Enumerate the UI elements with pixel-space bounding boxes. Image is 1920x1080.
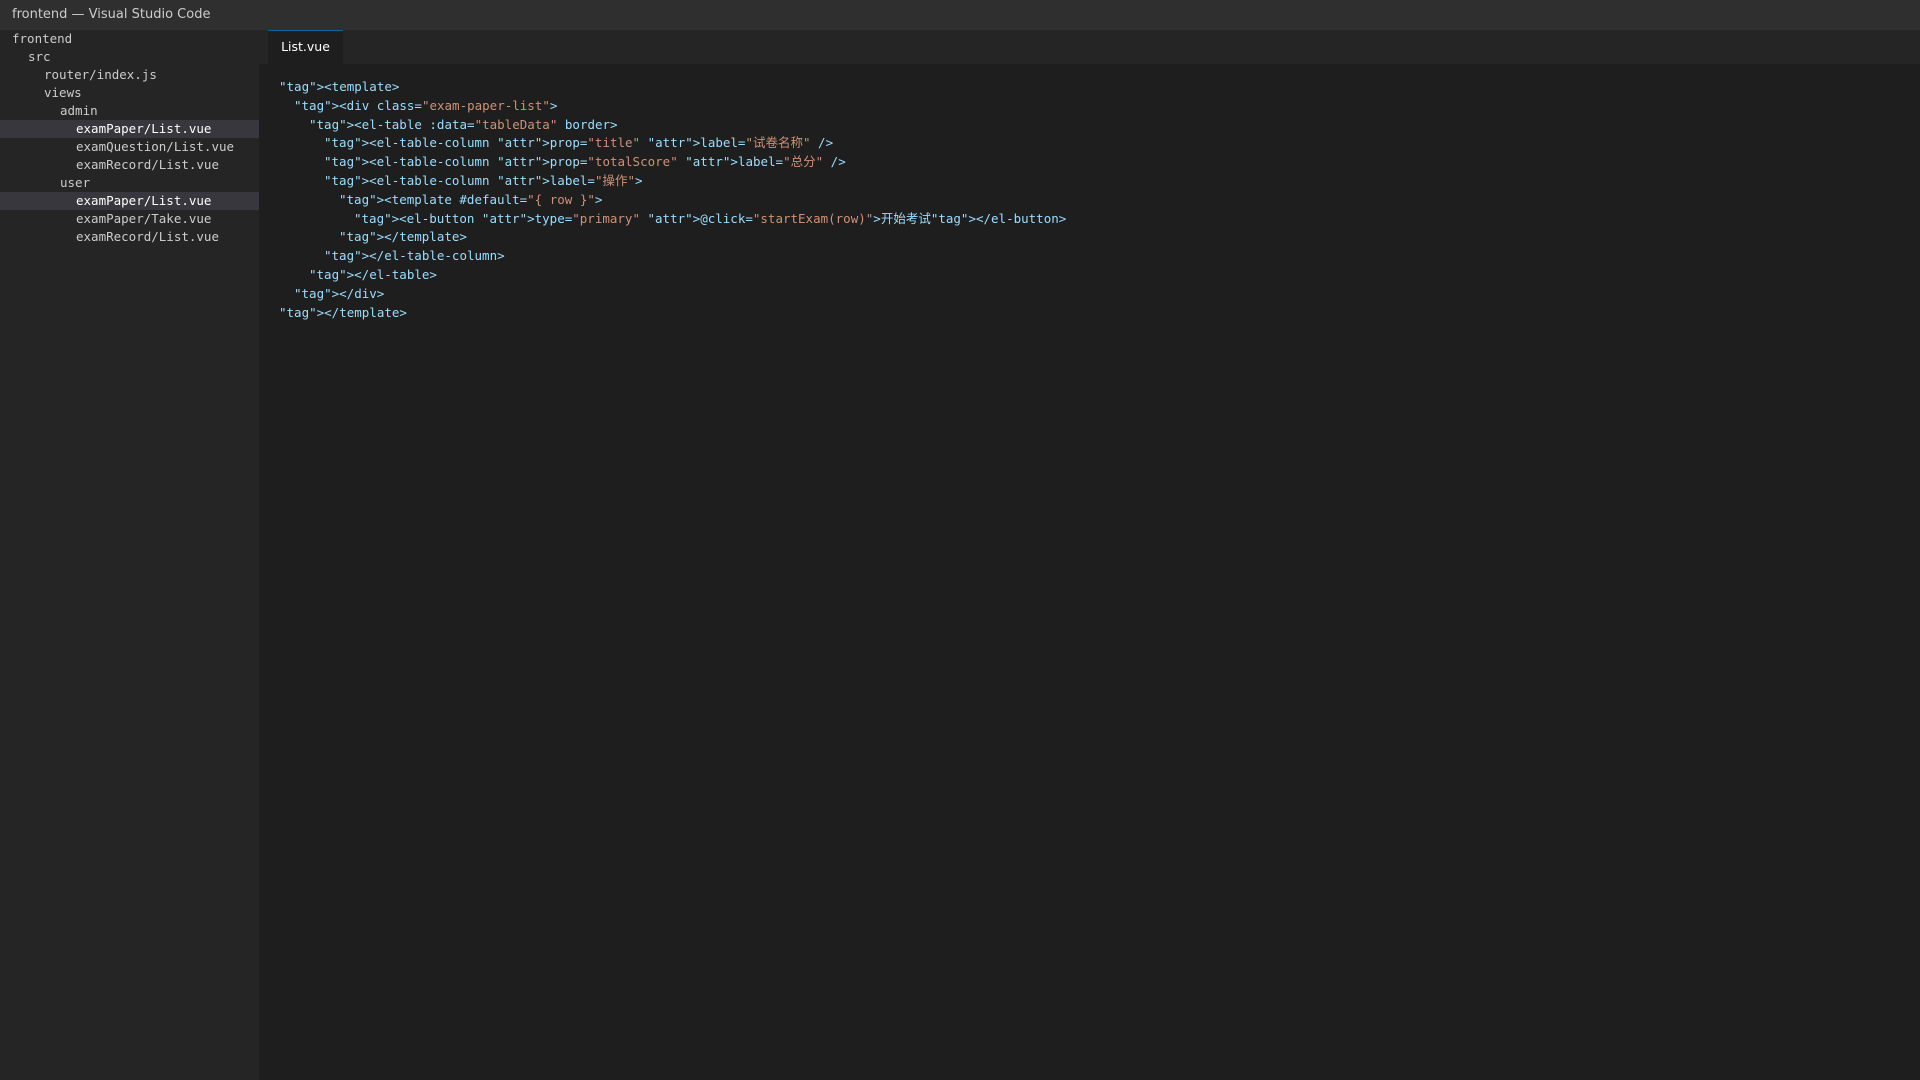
tree-item[interactable]: examPaper/List.vue — [0, 120, 259, 138]
code-line: "tag"><div class="exam-paper-list"> — [279, 97, 1066, 116]
code-string-token: "操作" — [594, 172, 635, 188]
code-tag-token: > — [549, 97, 558, 113]
tab-list-vue[interactable]: List.vue — [268, 30, 343, 64]
code-tag-token: "tag"><template #default= — [339, 191, 528, 207]
code-line: "tag"><el-table-column "attr">prop="titl… — [279, 134, 1066, 153]
tab-label: List.vue — [281, 39, 330, 54]
code-line: "tag"></div> — [279, 285, 1066, 304]
tree-item-label: router/index.js — [44, 67, 157, 82]
tree-item-label: examPaper/List.vue — [76, 121, 212, 136]
tree-item[interactable]: examPaper/List.vue — [0, 192, 259, 210]
code-line: "tag"></el-table> — [279, 266, 1066, 285]
tree-item[interactable]: src — [0, 48, 259, 66]
tree-item-label: admin — [60, 103, 98, 118]
code-tag-token: /> — [823, 154, 846, 170]
tree-item-label: user — [60, 175, 91, 190]
code-tag-token: "tag"></template> — [279, 304, 407, 320]
code-tag-token: > — [635, 172, 643, 188]
tree-item-label: src — [28, 49, 51, 64]
editor-tab-bar: List.vue — [259, 30, 1920, 64]
code-line: "tag"><el-table :data="tableData" border… — [279, 116, 1066, 135]
code-line: "tag"><el-button "attr">type="primary" "… — [279, 210, 1066, 229]
tree-item[interactable]: examPaper/Take.vue — [0, 210, 259, 228]
code-tag-token: "tag"></el-table> — [309, 266, 437, 282]
code-tag-token: "tag"><el-button "attr">type= — [354, 210, 573, 226]
code-lines: "tag"><template> "tag"><div class="exam-p… — [279, 78, 1066, 322]
window-title: frontend — Visual Studio Code — [12, 7, 211, 22]
code-editor[interactable]: "tag"><template> "tag"><div class="exam-p… — [259, 64, 1920, 1080]
code-line: "tag"><template #default="{ row }"> — [279, 191, 1066, 210]
tree-item[interactable]: user — [0, 174, 259, 192]
code-tag-token: "tag"><el-table-column "attr">label= — [324, 172, 595, 188]
code-tag-token: "tag"><el-table :data= — [309, 116, 475, 132]
code-tag-token: "tag"><el-table-column "attr">prop= — [324, 154, 588, 170]
file-tree: frontend src router/index.js views admin exam… — [0, 30, 259, 246]
code-line: "tag"><template> — [279, 78, 1066, 97]
code-tag-token: border> — [557, 116, 618, 132]
code-tag-token: "tag"></div> — [294, 285, 385, 301]
code-line: "tag"></el-table-column> — [279, 247, 1066, 266]
tree-item-label: examRecord/List.vue — [76, 157, 219, 172]
tree-item-label: frontend — [12, 31, 73, 46]
code-string-token: "总分" — [783, 154, 824, 170]
code-tag-token: "tag"><el-table-column "attr">prop= — [324, 135, 588, 151]
window-title-bar: frontend — Visual Studio Code — [0, 0, 1920, 30]
tree-item[interactable]: examRecord/List.vue — [0, 228, 259, 246]
code-tag-token: "tag"></template> — [339, 229, 467, 245]
code-line: "tag"><el-table-column "attr">label="操作"… — [279, 172, 1066, 191]
code-tag-token: "attr">@click= — [639, 210, 753, 226]
code-tag-token: "tag"></el-table-column> — [324, 248, 505, 264]
tree-item[interactable]: examRecord/List.vue — [0, 156, 259, 174]
code-line: "tag"></template> — [279, 304, 1066, 323]
tree-item-label: examRecord/List.vue — [76, 229, 219, 244]
code-string-token: "exam-paper-list" — [421, 97, 550, 113]
code-tag-token: "attr">label= — [677, 154, 784, 170]
code-string-token: "primary" — [572, 210, 640, 226]
tree-item-label: examQuestion/List.vue — [76, 139, 235, 154]
tree-item-label: views — [44, 85, 82, 100]
tree-item[interactable]: frontend — [0, 30, 259, 48]
tree-item-label: examPaper/Take.vue — [76, 211, 212, 226]
explorer-sidebar: frontend src router/index.js views admin exam… — [0, 30, 259, 1080]
tree-item[interactable]: examQuestion/List.vue — [0, 138, 259, 156]
code-line: "tag"><el-table-column "attr">prop="tota… — [279, 153, 1066, 172]
code-string-token: "startExam(row)" — [752, 210, 874, 226]
code-string-token: "tableData" — [474, 116, 558, 132]
code-tag-token: "tag"><template> — [279, 79, 400, 94]
code-tag-token: "attr">label= — [640, 135, 746, 151]
code-tag-token: /> — [810, 135, 834, 151]
code-string-token: "totalScore" — [587, 154, 678, 170]
tree-item[interactable]: views — [0, 84, 259, 102]
tree-item[interactable]: admin — [0, 102, 259, 120]
code-line: "tag"></template> — [279, 228, 1066, 247]
tree-item[interactable]: router/index.js — [0, 66, 259, 84]
code-tag-token: >开始考试"tag"></el-button> — [873, 210, 1067, 226]
tree-item-label: examPaper/List.vue — [76, 193, 212, 208]
code-tag-token: "tag"><div class= — [294, 97, 422, 113]
code-tag-token: > — [594, 191, 603, 207]
code-string-token: "试卷名称" — [745, 135, 811, 151]
code-string-token: "title" — [587, 135, 641, 151]
code-string-token: "{ row }" — [527, 191, 595, 207]
